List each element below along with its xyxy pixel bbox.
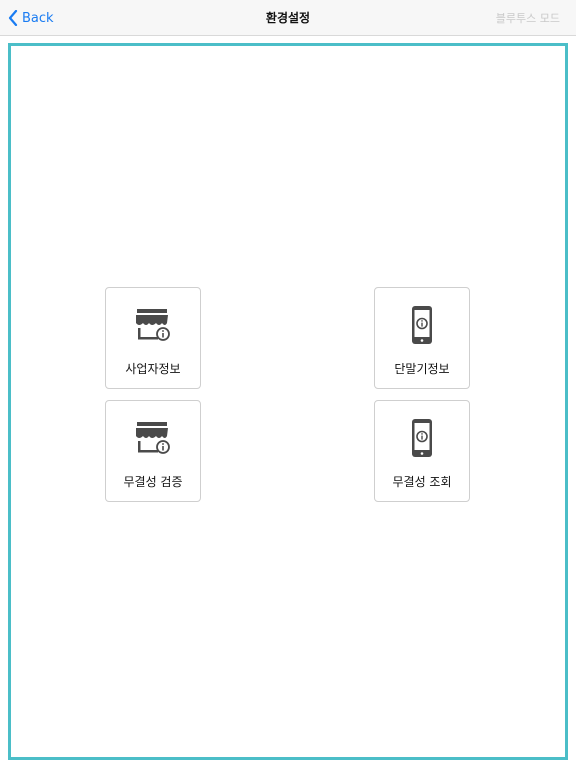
integrity-verify-label: 무결성 검증 <box>123 475 183 489</box>
business-info-button[interactable]: 사업자정보 <box>105 287 201 389</box>
navigation-bar: Back 환경설정 블루투스 모드 <box>0 0 576 36</box>
phone-info-icon <box>375 306 469 344</box>
integrity-lookup-button[interactable]: 무결성 조회 <box>374 400 470 502</box>
page-title: 환경설정 <box>265 11 311 25</box>
integrity-lookup-label: 무결성 조회 <box>392 475 452 489</box>
terminal-info-label: 단말기정보 <box>394 362 450 376</box>
store-info-icon <box>106 306 200 344</box>
terminal-info-button[interactable]: 단말기정보 <box>374 287 470 389</box>
bluetooth-mode-button[interactable]: 블루투스 모드 <box>496 10 560 26</box>
integrity-verify-button[interactable]: 무결성 검증 <box>105 400 201 502</box>
business-info-label: 사업자정보 <box>125 362 181 376</box>
store-info-icon <box>106 419 200 457</box>
content-frame <box>8 43 568 760</box>
phone-info-icon <box>375 419 469 457</box>
